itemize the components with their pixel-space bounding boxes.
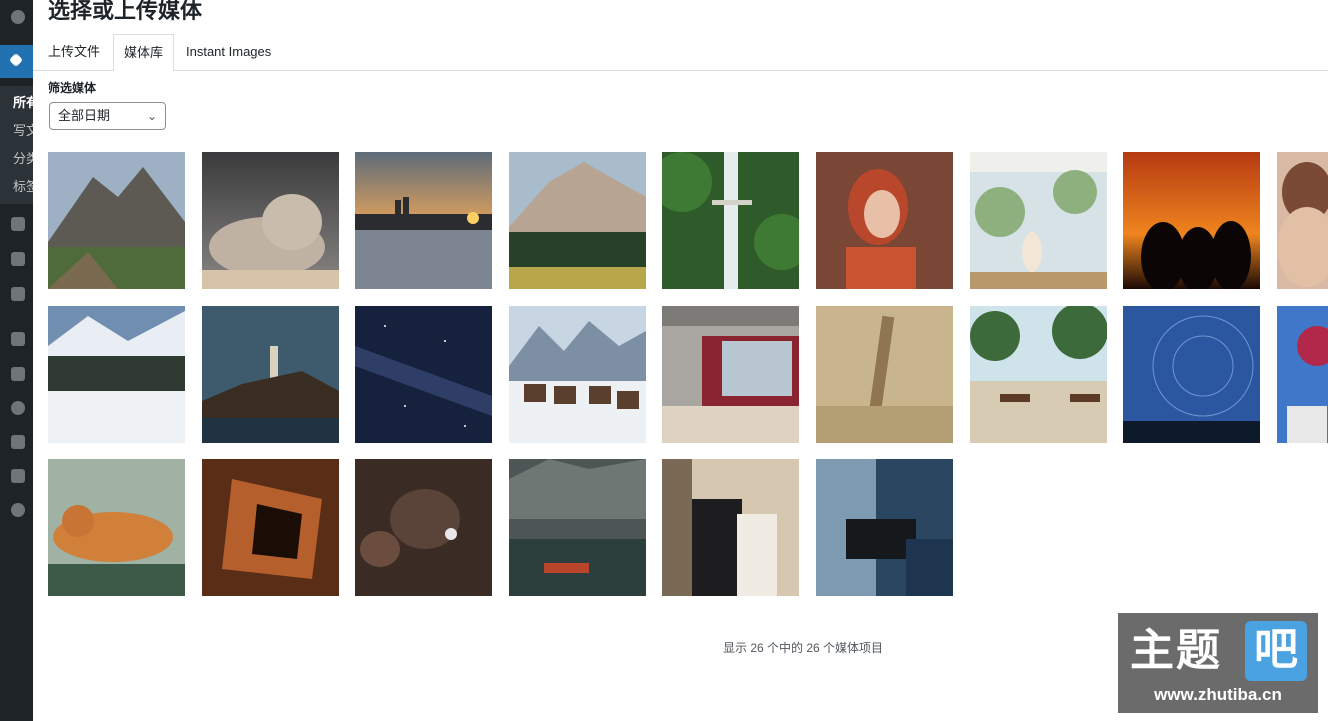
attachment-thumbnail[interactable] [509, 152, 646, 289]
attachment-thumbnail[interactable] [355, 306, 492, 443]
watermark-badge: 吧 [1245, 621, 1307, 681]
attachment-thumbnail[interactable] [202, 152, 339, 289]
tab-media-library[interactable]: 媒体库 [113, 34, 175, 71]
sidebar-item-label[interactable]: 写文 [13, 120, 33, 139]
date-filter-value: 全部日期 [58, 108, 111, 123]
admin-sidebar: 所有 写文 分类 标签 [0, 0, 33, 721]
attachment-thumbnail[interactable] [1277, 306, 1328, 443]
attachment-thumbnail[interactable] [509, 306, 646, 443]
attachment-thumbnail[interactable] [816, 459, 953, 596]
attachment-thumbnail[interactable] [202, 459, 339, 596]
sidebar-item-label[interactable]: 分类 [13, 148, 33, 167]
comments-icon[interactable] [0, 283, 33, 305]
tab-upload-files[interactable]: 上传文件 [38, 34, 110, 69]
media-tabs: 上传文件 媒体库 Instant Images [33, 34, 1328, 71]
tools-icon[interactable] [0, 431, 33, 453]
sidebar-item-label[interactable]: 标签 [13, 176, 33, 195]
attachment-thumbnail[interactable] [48, 459, 185, 596]
watermark-text: 主题 [1130, 626, 1222, 675]
settings-icon[interactable] [0, 465, 33, 487]
appearance-icon[interactable] [0, 328, 33, 350]
watermark-url: www.zhutiba.cn [1154, 685, 1282, 704]
attachment-thumbnail[interactable] [355, 459, 492, 596]
watermark-logo: 主题 吧 www.zhutiba.cn [1118, 613, 1318, 713]
pages-icon[interactable] [0, 248, 33, 270]
dashboard-icon[interactable] [0, 6, 33, 28]
attachment-thumbnail[interactable] [970, 152, 1107, 289]
attachment-thumbnail[interactable] [662, 306, 799, 443]
sidebar-item-posts[interactable] [0, 45, 33, 78]
chevron-down-icon: ⌄ [146, 109, 157, 123]
filter-label: 筛选媒体 [48, 81, 97, 95]
attachment-thumbnail[interactable] [355, 152, 492, 289]
media-icon[interactable] [0, 213, 33, 235]
attachment-thumbnail[interactable] [816, 306, 953, 443]
attachment-thumbnail[interactable] [970, 306, 1107, 443]
attachment-thumbnail[interactable] [509, 459, 646, 596]
collapse-menu-icon[interactable] [0, 499, 33, 521]
attachment-thumbnail[interactable] [816, 152, 953, 289]
tab-instant-images[interactable]: Instant Images [176, 34, 281, 69]
users-icon[interactable] [0, 397, 33, 419]
attachment-thumbnail[interactable] [1123, 306, 1260, 443]
attachment-thumbnail[interactable] [48, 152, 185, 289]
media-count-status: 显示 26 个中的 26 个媒体项目 [723, 641, 884, 655]
plugins-icon[interactable] [0, 363, 33, 385]
attachment-thumbnail[interactable] [48, 306, 185, 443]
attachment-thumbnail[interactable] [1277, 152, 1328, 289]
attachment-thumbnail[interactable] [662, 152, 799, 289]
sidebar-item-label[interactable]: 所有 [13, 92, 33, 111]
attachments-grid [48, 152, 1328, 602]
date-filter-select[interactable]: 全部日期 ⌄ [49, 102, 166, 130]
attachment-thumbnail[interactable] [1123, 152, 1260, 289]
attachment-thumbnail[interactable] [662, 459, 799, 596]
attachment-thumbnail[interactable] [202, 306, 339, 443]
modal-title: 选择或上传媒体 [48, 0, 203, 23]
